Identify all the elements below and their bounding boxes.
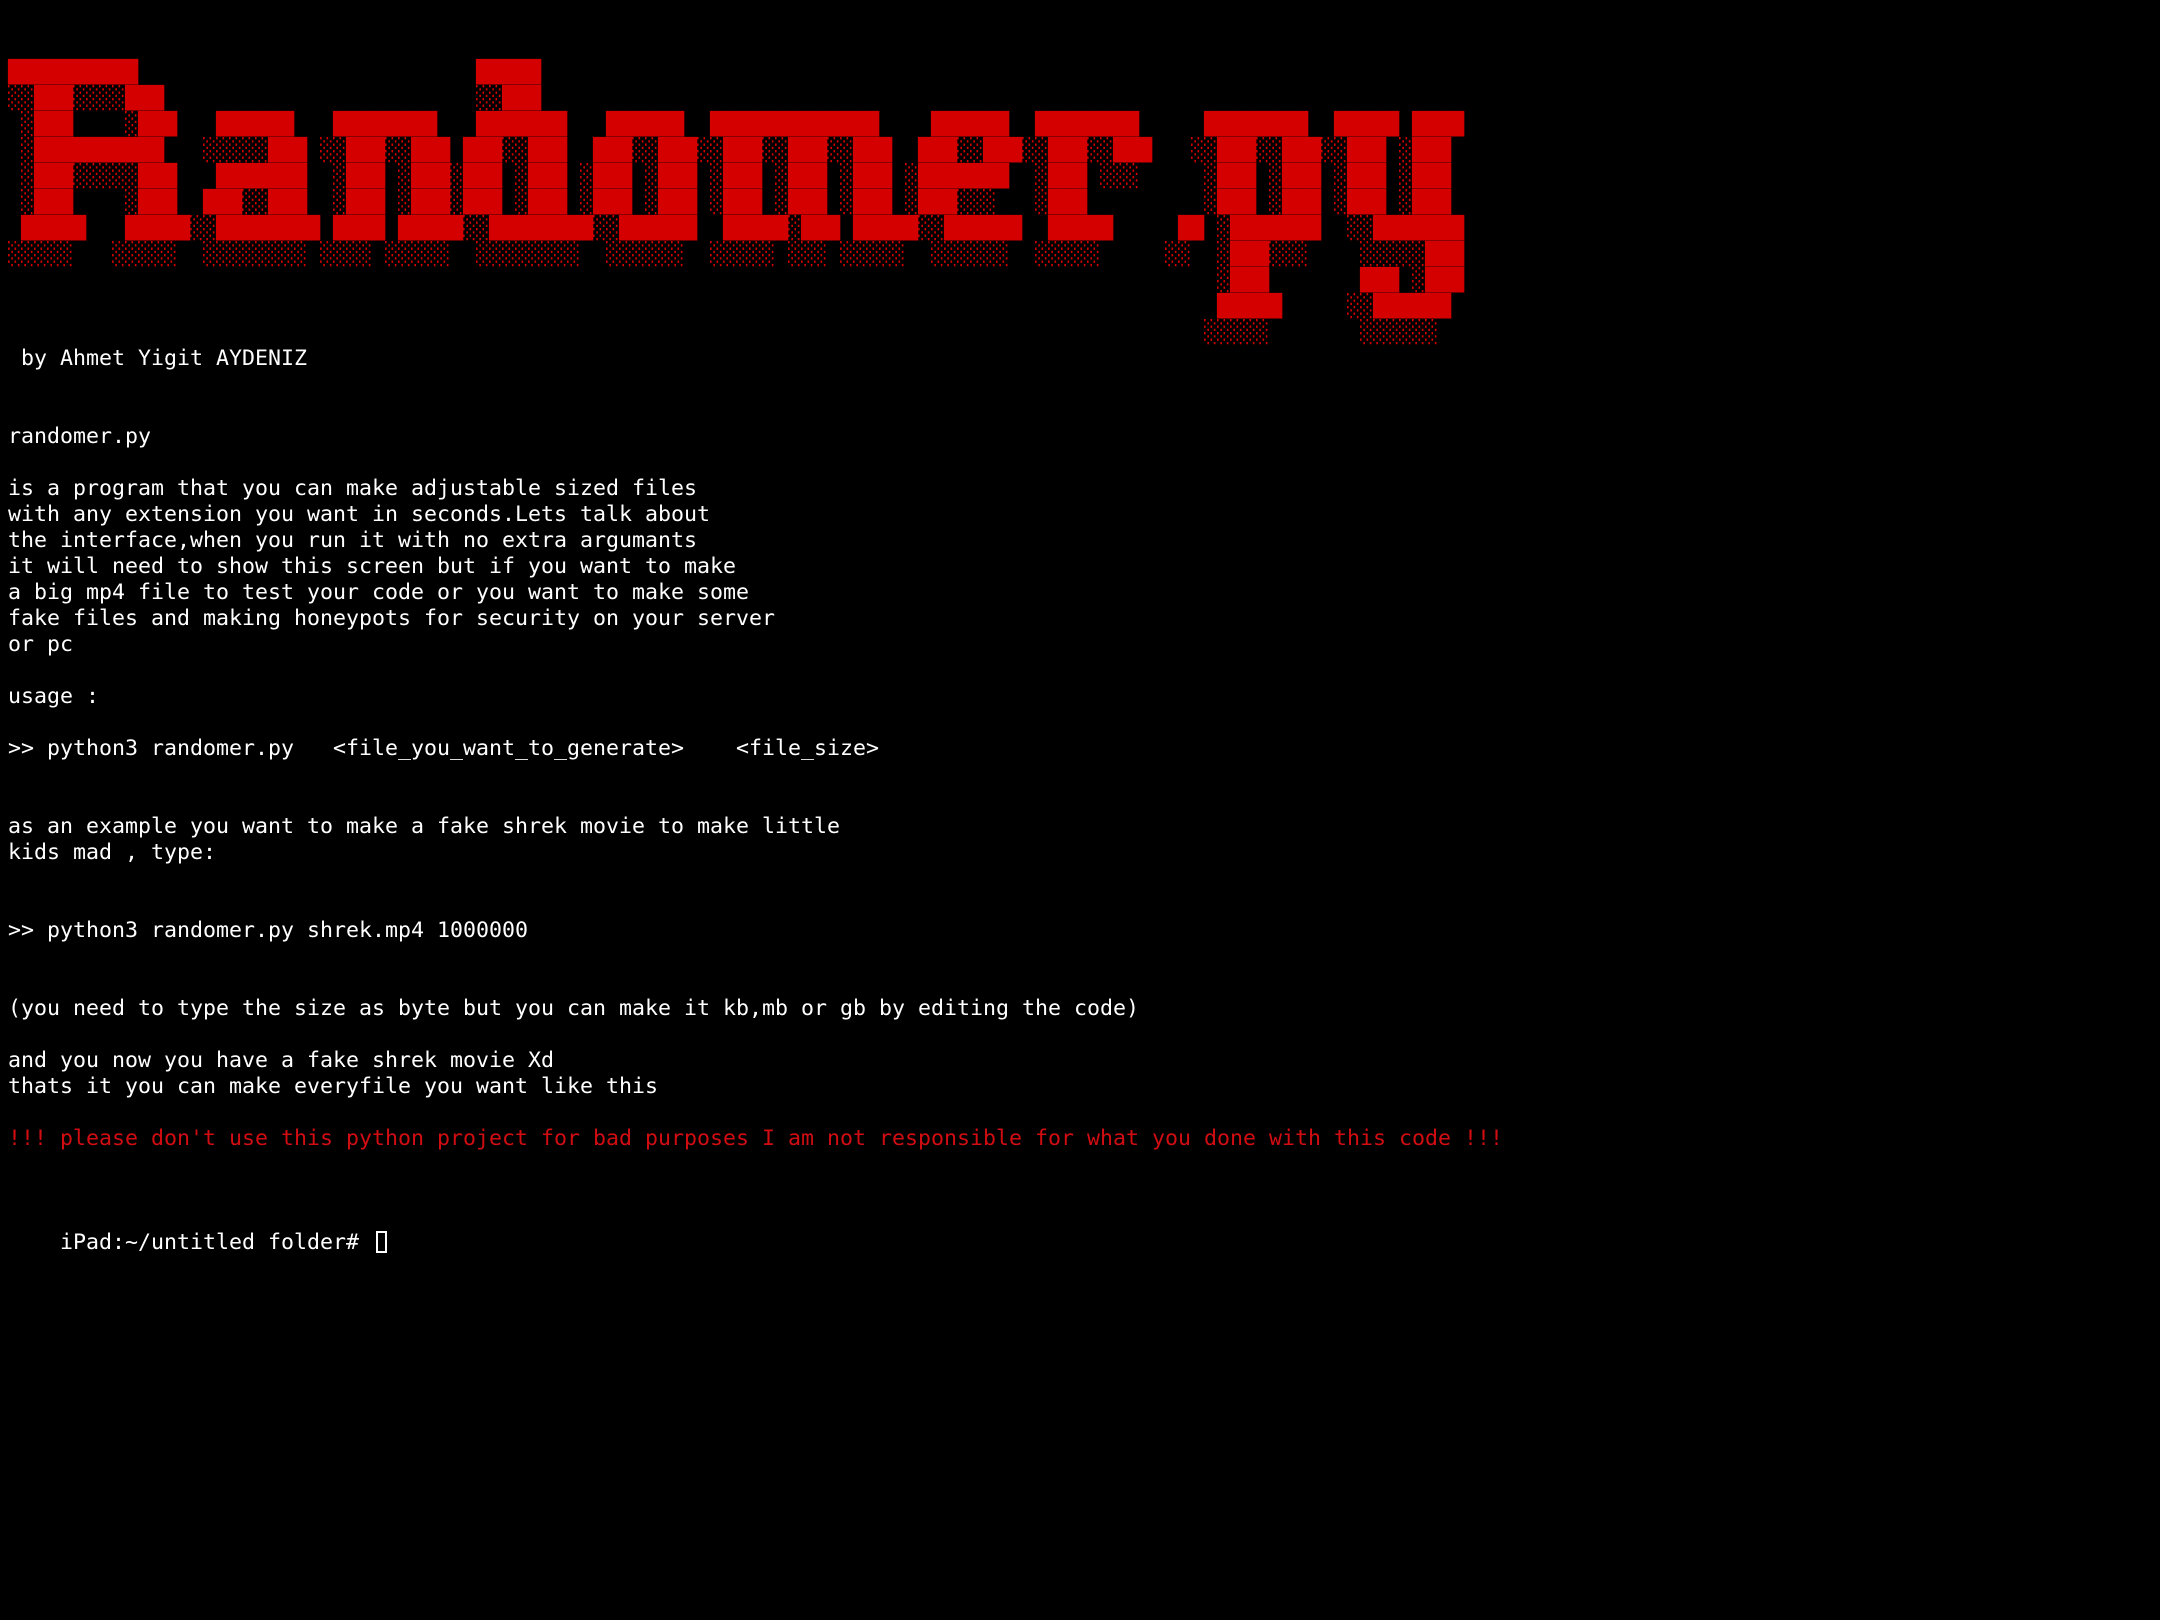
example-command: >> python3 randomer.py shrek.mp4 1000000 [8,918,529,943]
warning-message: !!! please don't use this python project… [8,1126,1504,1151]
outro-line: thats it you can make everyfile you want… [8,1074,659,1099]
prompt-line[interactable]: iPad:~/untitled folder# [8,1204,388,1255]
author-line: by Ahmet Yigit AYDENIZ [8,346,308,371]
description-line: the interface,when you run it with no ex… [8,528,698,553]
description-line: or pc [8,632,74,657]
ascii-banner: ██████████ █████ ░░███░░░░███ ░░███ ░███… [8,60,1465,345]
size-note: (you need to type the size as byte but y… [8,996,1140,1021]
text-cursor [376,1231,388,1253]
description-line: a big mp4 file to test your code or you … [8,580,750,605]
program-name: randomer.py [8,424,152,449]
usage-label: usage : [8,684,100,709]
shell-prompt: iPad:~/untitled folder# [60,1230,373,1255]
description-line: with any extension you want in seconds.L… [8,502,711,527]
example-intro-line: as an example you want to make a fake sh… [8,814,841,839]
outro-line: and you now you have a fake shrek movie … [8,1048,555,1073]
description-line: is a program that you can make adjustabl… [8,476,698,501]
usage-command: >> python3 randomer.py <file_you_want_to… [8,736,880,761]
example-intro-line: kids mad , type: [8,840,217,865]
description-line: it will need to show this screen but if … [8,554,737,579]
terminal-window[interactable]: ██████████ █████ ░░███░░░░███ ░░███ ░███… [0,0,2160,1620]
description-line: fake files and making honeypots for secu… [8,606,776,631]
